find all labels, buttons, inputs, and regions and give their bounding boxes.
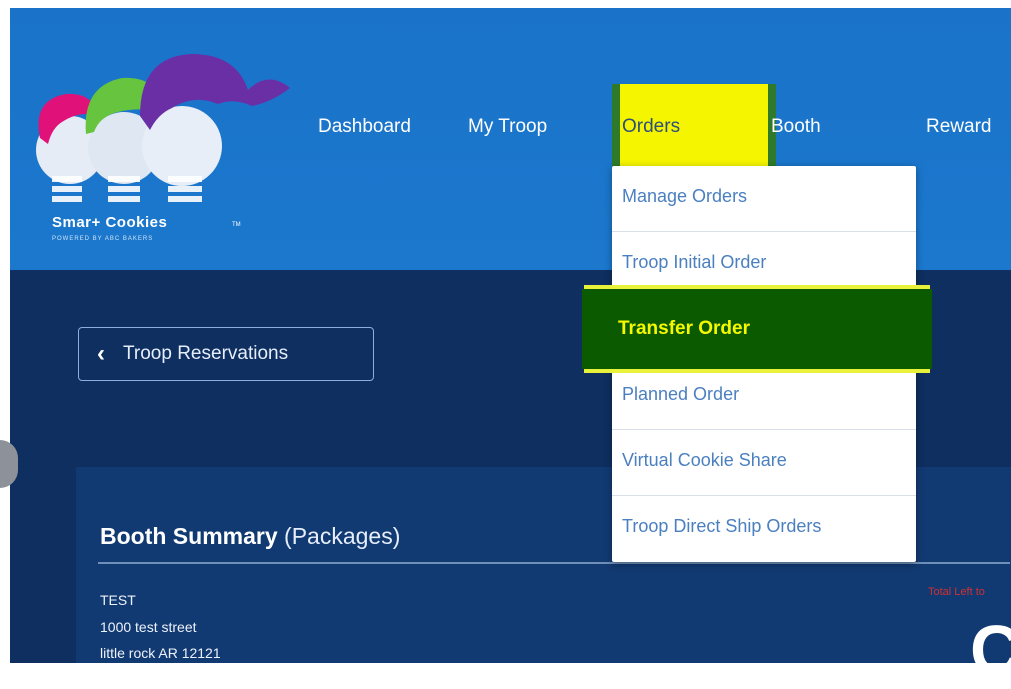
address-line-2: 1000 test street xyxy=(100,619,197,635)
transfer-order-label[interactable]: Transfer Order xyxy=(618,318,750,340)
logo-tagline: POWERED BY ABC BAKERS xyxy=(52,236,154,242)
menu-item-label: Troop Initial Order xyxy=(622,252,767,272)
nav-my-troop[interactable]: My Troop xyxy=(468,116,547,138)
booth-summary-divider xyxy=(98,562,1010,564)
menu-item-virtual-cookie-share[interactable]: Virtual Cookie Share xyxy=(612,430,916,496)
total-left-value: C xyxy=(970,611,1011,689)
nav-booth[interactable]: Booth xyxy=(771,116,821,138)
menu-item-planned-order[interactable]: Planned Order xyxy=(612,364,916,430)
logo-trademark: TM xyxy=(232,222,241,228)
menu-item-label: Troop Direct Ship Orders xyxy=(622,516,822,536)
menu-item-manage-orders[interactable]: Manage Orders xyxy=(612,166,916,232)
menu-item-label: Virtual Cookie Share xyxy=(622,450,787,470)
logo-wordmark: Smar+ Cookies xyxy=(52,214,168,231)
menu-item-label: Planned Order xyxy=(622,384,740,404)
menu-item-label: Manage Orders xyxy=(622,186,748,206)
address-line-3: little rock AR 12121 xyxy=(100,645,221,661)
booth-summary-heading: Booth Summary xyxy=(100,523,278,549)
nav-orders[interactable]: Orders xyxy=(622,116,680,138)
left-edge xyxy=(0,8,10,663)
address-line-1: TEST xyxy=(100,592,136,608)
nav-dashboard[interactable]: Dashboard xyxy=(318,116,411,138)
top-strip xyxy=(0,0,1011,8)
total-left-label: Total Left to xyxy=(928,586,985,598)
chevron-left-icon: ‹ xyxy=(97,340,105,367)
menu-item-troop-direct-ship-orders[interactable]: Troop Direct Ship Orders xyxy=(612,496,916,562)
back-button-label: Troop Reservations xyxy=(123,343,289,364)
booth-summary-unit: (Packages) xyxy=(284,523,401,549)
nav-reward[interactable]: Reward xyxy=(926,116,991,138)
booth-summary-title: Booth Summary (Packages) xyxy=(100,523,400,550)
troop-reservations-back-button[interactable]: ‹ Troop Reservations xyxy=(78,327,374,381)
